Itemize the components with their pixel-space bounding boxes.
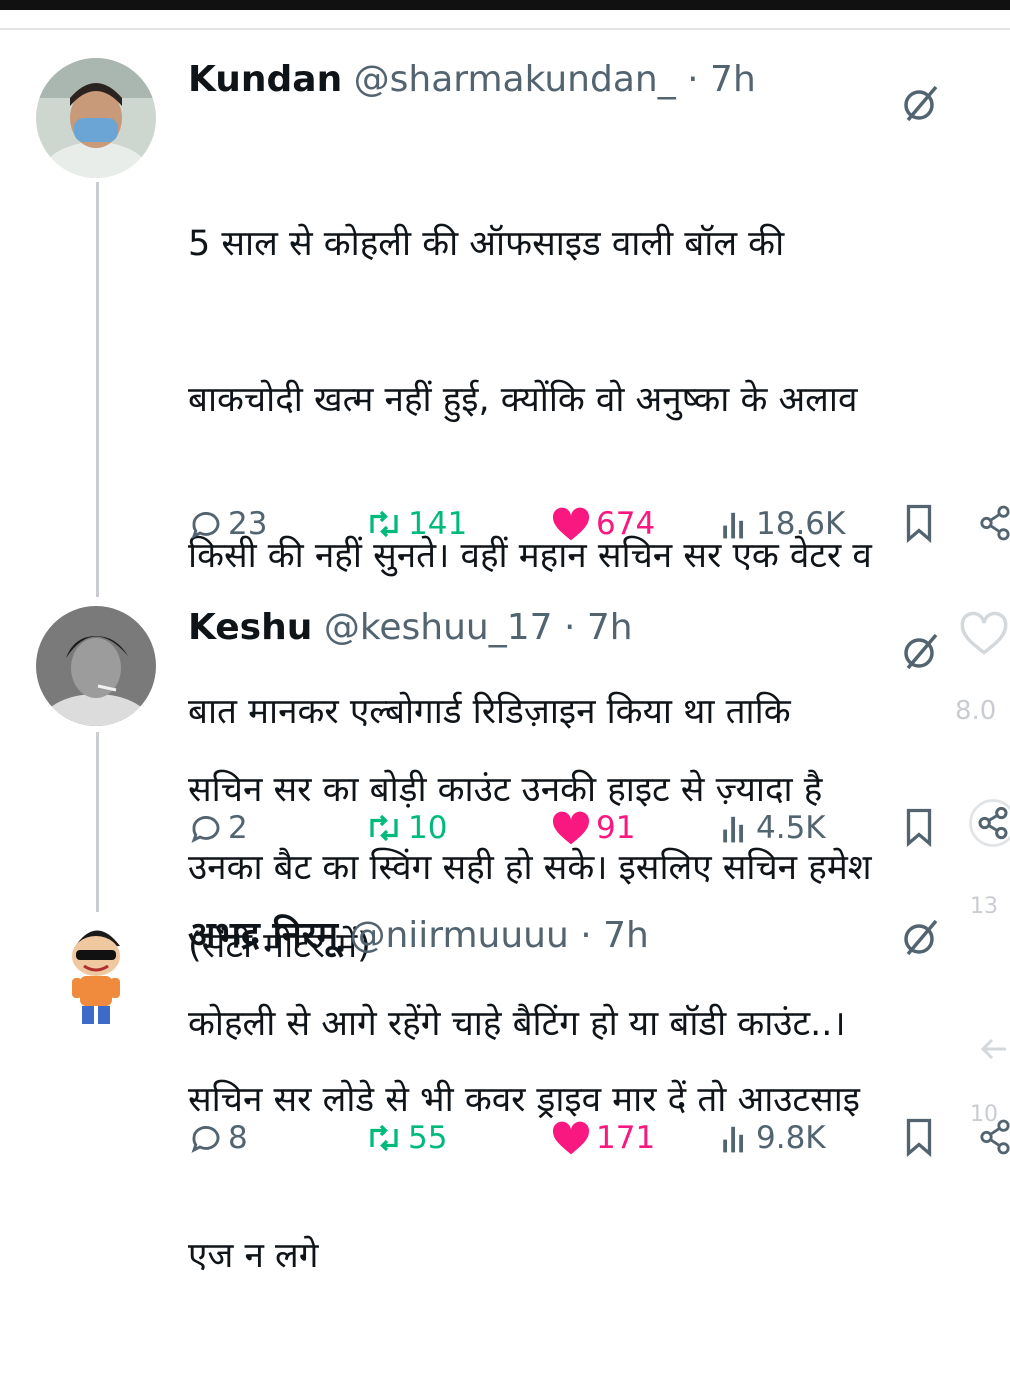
view-count: 18.6K: [756, 506, 845, 542]
grok-icon[interactable]: [900, 916, 942, 962]
reply-count: 23: [228, 506, 267, 542]
share-icon: [978, 503, 1010, 543]
views-button[interactable]: 4.5K: [720, 803, 826, 853]
share-icon: [968, 797, 1010, 849]
view-count: 9.8K: [756, 1120, 826, 1156]
view-count: 4.5K: [756, 810, 826, 846]
heart-icon: [550, 1120, 592, 1156]
timestamp[interactable]: · 7h: [687, 59, 756, 100]
user-handle[interactable]: @niirmuuuu: [349, 915, 568, 956]
tweet-line: बाकचोदी खत्म नहीं हुई, क्योंकि वो अनुष्क…: [188, 374, 1010, 426]
avatar[interactable]: [36, 606, 156, 726]
action-bar: 8 55 171 9.8K: [188, 1113, 1010, 1163]
back-arrow-icon: [978, 1036, 1008, 1066]
reply-icon: [188, 506, 224, 542]
bookmark-button[interactable]: [904, 807, 934, 851]
reply-button[interactable]: 23: [188, 499, 267, 549]
status-bar: [0, 0, 1010, 10]
bookmark-icon: [904, 503, 934, 543]
tweet-line: 5 साल से कोहली की ऑफसाइड वाली बॉल की: [188, 218, 1010, 270]
user-handle[interactable]: @sharmakundan_: [354, 59, 676, 100]
divider: [0, 28, 1010, 30]
thread-line: [96, 182, 99, 597]
share-button[interactable]: [968, 797, 1010, 853]
retweet-icon: [364, 506, 404, 542]
heart-icon: [550, 810, 592, 846]
views-icon: [720, 1120, 752, 1156]
display-name[interactable]: Keshu: [188, 607, 312, 648]
bookmark-button[interactable]: [904, 1117, 934, 1161]
views-button[interactable]: 9.8K: [720, 1113, 826, 1163]
heart-icon: [550, 506, 592, 542]
tweet-line: एज न लगे: [188, 1230, 1010, 1282]
overlay-count: 10: [970, 1102, 998, 1127]
retweet-count: 141: [408, 506, 467, 542]
thread-line: [96, 732, 99, 914]
like-button[interactable]: 674: [550, 499, 655, 549]
tweet-header: Keshu @keshuu_17 · 7h: [188, 606, 633, 650]
timestamp[interactable]: · 7h: [580, 915, 649, 956]
share-button[interactable]: [978, 503, 1010, 547]
timestamp[interactable]: · 7h: [564, 607, 633, 648]
retweet-button[interactable]: 10: [364, 803, 447, 853]
tweet-header: Kundan @sharmakundan_ · 7h: [188, 58, 756, 102]
views-icon: [720, 810, 752, 846]
like-button[interactable]: 171: [550, 1113, 655, 1163]
avatar[interactable]: [36, 912, 156, 1032]
display-name[interactable]: अभद्र निरमू: [188, 915, 338, 956]
reply-count: 2: [228, 810, 248, 846]
reply-icon: [188, 810, 224, 846]
action-bar: 2 10 91 4.5K: [188, 803, 1010, 853]
retweet-icon: [364, 810, 404, 846]
overlay-count: 13: [970, 894, 998, 919]
retweet-button[interactable]: 55: [364, 1113, 447, 1163]
bookmark-button[interactable]: [904, 503, 934, 547]
tweet-text: सचिन सर लोडे से भी कवर ड्राइव मार दें तो…: [188, 970, 1010, 1386]
views-button[interactable]: 18.6K: [720, 499, 845, 549]
tweet-header: अभद्र निरमू @niirmuuuu · 7h: [188, 914, 649, 958]
reply-button[interactable]: 8: [188, 1113, 248, 1163]
reply-button[interactable]: 2: [188, 803, 248, 853]
retweet-count: 10: [408, 810, 447, 846]
user-handle[interactable]: @keshuu_17: [324, 607, 553, 648]
bookmark-icon: [904, 807, 934, 847]
like-button[interactable]: 91: [550, 803, 635, 853]
retweet-count: 55: [408, 1120, 447, 1156]
action-bar: 23 141 674 18.6K: [188, 499, 1010, 549]
retweet-button[interactable]: 141: [364, 499, 467, 549]
like-count: 674: [596, 506, 655, 542]
views-icon: [720, 506, 752, 542]
reply-count: 8: [228, 1120, 248, 1156]
like-count: 91: [596, 810, 635, 846]
avatar[interactable]: [36, 58, 156, 178]
overlay-count: 8.0: [955, 696, 996, 726]
reply-icon: [188, 1120, 224, 1156]
display-name[interactable]: Kundan: [188, 59, 342, 100]
faded-heart-icon: [958, 608, 1010, 662]
retweet-icon: [364, 1120, 404, 1156]
bookmark-icon: [904, 1117, 934, 1157]
like-count: 171: [596, 1120, 655, 1156]
